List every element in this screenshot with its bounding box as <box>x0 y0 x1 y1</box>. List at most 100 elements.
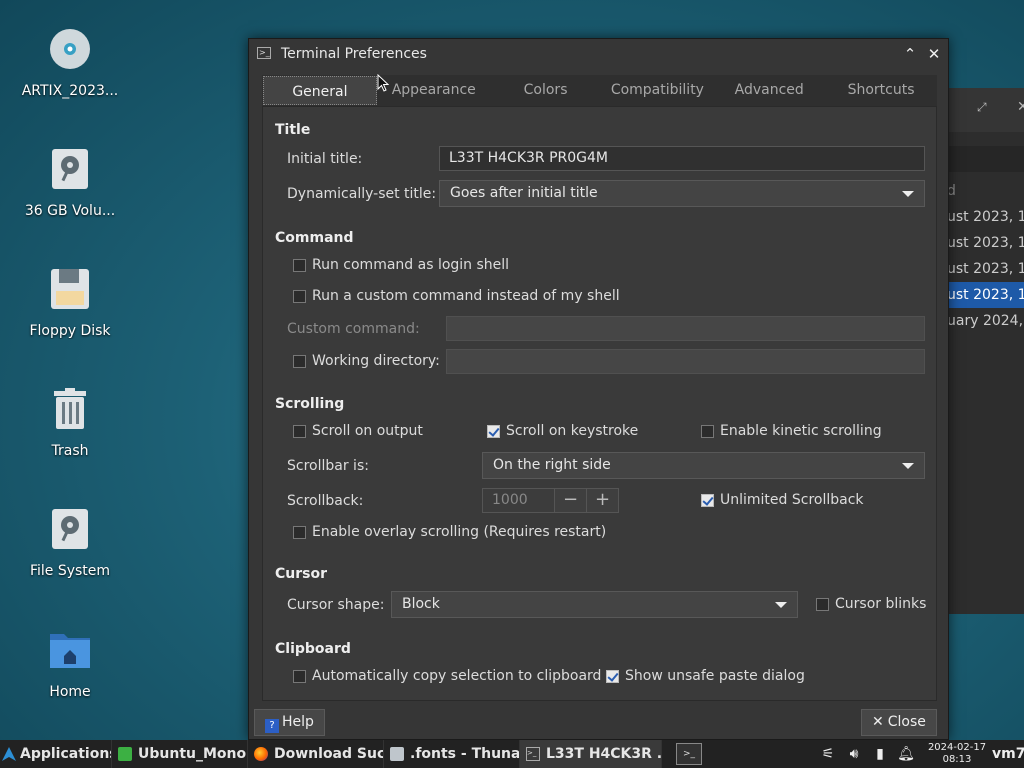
taskbar-item-terminal[interactable]: >_ L33T H4CK3R ... <box>520 740 662 768</box>
checkbox-box[interactable] <box>816 597 829 611</box>
harddisk-icon <box>52 509 88 549</box>
cursor-blinks-checkbox[interactable]: Cursor blinks <box>816 596 926 612</box>
overlay-scrolling-checkbox[interactable]: Enable overlay scrolling (Requires resta… <box>293 524 606 540</box>
working-directory-checkbox[interactable]: Working directory: <box>293 353 440 369</box>
general-panel: Title Initial title: L33T H4CK3R PR0G4M … <box>262 106 937 701</box>
tab-compatibility[interactable]: Compatibility <box>601 75 713 106</box>
checkbox-box[interactable] <box>293 289 306 303</box>
scrollback-input[interactable]: 1000 <box>482 488 555 513</box>
initial-title-input[interactable]: L33T H4CK3R PR0G4M <box>439 146 925 171</box>
background-titlebar[interactable]: ⤢ ✕ <box>941 88 1024 132</box>
maximize-chevron-icon[interactable]: ⌃ <box>900 39 920 69</box>
custom-command-input[interactable] <box>446 316 925 341</box>
drive-icon <box>52 149 88 189</box>
initial-title-label: Initial title: <box>287 151 363 167</box>
tab-general[interactable]: General <box>263 76 377 105</box>
tab-bar: General Appearance Colors Compatibility … <box>262 75 937 106</box>
desktop-icon-trash[interactable]: Trash <box>0 387 140 459</box>
tab-appearance[interactable]: Appearance <box>378 75 490 106</box>
terminal-icon: >_ <box>257 47 271 59</box>
scrollbar-value: On the right side <box>493 457 611 473</box>
cursor-blinks-label: Cursor blinks <box>835 596 927 612</box>
list-item[interactable]: ust 2023, 13 <box>941 256 1024 282</box>
help-label: Help <box>282 714 314 730</box>
dropdown-arrow-icon <box>775 602 787 608</box>
checkbox-box[interactable] <box>293 424 306 438</box>
desktop-icon-volume[interactable]: 36 GB Volu... <box>0 147 140 219</box>
unlimited-scrollback-checkbox[interactable]: Unlimited Scrollback <box>701 492 864 508</box>
checkbox-box-checked[interactable] <box>701 493 714 507</box>
dropdown-arrow-icon <box>902 191 914 197</box>
taskbar-item-label: Download Suc... <box>274 746 384 762</box>
checkbox-box[interactable] <box>701 424 714 438</box>
column-header[interactable]: d <box>941 178 1024 204</box>
working-directory-input[interactable] <box>446 349 925 374</box>
dynamic-title-dropdown[interactable]: Goes after initial title <box>439 180 925 207</box>
checkbox-box[interactable] <box>293 258 306 272</box>
section-command-heading: Command <box>275 230 354 246</box>
taskbar-item-thunar[interactable]: .fonts - Thunar <box>384 740 520 768</box>
taskbar-item-download[interactable]: Download Suc... <box>248 740 384 768</box>
tab-shortcuts[interactable]: Shortcuts <box>825 75 937 106</box>
scroll-on-keystroke-checkbox[interactable]: Scroll on keystroke <box>487 423 638 439</box>
battery-icon[interactable]: ▮ <box>870 740 890 768</box>
autocopy-checkbox[interactable]: Automatically copy selection to clipboar… <box>293 668 601 684</box>
desktop-icon-label: ARTIX_2023... <box>21 83 119 99</box>
close-label: Close <box>887 714 926 730</box>
clock[interactable]: 2024-02-17 08:13 <box>926 742 988 766</box>
desktop-icon-label: 36 GB Volu... <box>24 203 116 219</box>
unsafe-paste-checkbox[interactable]: Show unsafe paste dialog <box>606 668 805 684</box>
desktop-icon-filesystem[interactable]: File System <box>0 507 140 579</box>
desktop-icon-floppy[interactable]: Floppy Disk <box>0 267 140 339</box>
background-window[interactable]: ⤢ ✕ d ust 2023, 13 ust 2023, 13 ust 2023… <box>940 88 1024 614</box>
login-shell-checkbox[interactable]: Run command as login shell <box>293 257 509 273</box>
close-icon: ✕ <box>872 714 884 730</box>
close-button[interactable]: ✕ Close <box>861 709 937 736</box>
kinetic-scrolling-checkbox[interactable]: Enable kinetic scrolling <box>701 423 882 439</box>
notification-bell-icon[interactable]: 🔔︎ <box>896 740 916 768</box>
dialog-titlebar[interactable]: >_ Terminal Preferences ⌃ ✕ <box>249 39 948 69</box>
scrollbar-label: Scrollbar is: <box>287 458 369 474</box>
desktop-icon-home[interactable]: Home <box>0 628 140 700</box>
list-item[interactable]: uary 2024, 0 <box>941 308 1024 334</box>
minus-icon[interactable]: − <box>555 488 587 513</box>
checkbox-box-checked[interactable] <box>606 669 619 683</box>
trash-icon <box>54 388 86 429</box>
list-item[interactable]: ust 2023, 13 <box>941 204 1024 230</box>
tab-colors[interactable]: Colors <box>490 75 602 106</box>
taskbar: Applications Ubuntu_Mono.... Download Su… <box>0 740 1024 768</box>
checkbox-box[interactable] <box>293 669 306 683</box>
custom-command-check-label: Run a custom command instead of my shell <box>312 288 620 304</box>
close-icon[interactable]: ✕ <box>1017 99 1024 115</box>
scrollbar-dropdown[interactable]: On the right side <box>482 452 925 479</box>
taskbar-item-label: Ubuntu_Mono.... <box>138 746 247 762</box>
cursor-shape-dropdown[interactable]: Block <box>391 591 798 618</box>
list-item-selected[interactable]: ust 2023, 13 <box>941 282 1024 308</box>
overlay-scrolling-label: Enable overlay scrolling (Requires resta… <box>312 524 607 540</box>
terminal-icon: >_ <box>526 747 540 761</box>
section-clipboard-heading: Clipboard <box>275 641 351 657</box>
checkbox-box[interactable] <box>293 354 306 368</box>
applications-menu[interactable]: Applications <box>0 740 112 768</box>
workspace-switcher[interactable]: >_ <box>676 743 702 765</box>
help-button[interactable]: ? Help <box>254 709 325 736</box>
section-scrolling-heading: Scrolling <box>275 396 345 412</box>
network-icon[interactable]: ⚟ <box>818 740 838 768</box>
taskbar-item-ubuntu-mono[interactable]: Ubuntu_Mono.... <box>112 740 248 768</box>
custom-command-checkbox[interactable]: Run a custom command instead of my shell <box>293 288 620 304</box>
scroll-on-output-checkbox[interactable]: Scroll on output <box>293 423 423 439</box>
unsafe-paste-label: Show unsafe paste dialog <box>625 668 805 684</box>
checkbox-box-checked[interactable] <box>487 424 500 438</box>
mouse-pointer-icon <box>377 74 389 92</box>
desktop-icon-artix[interactable]: ARTIX_2023... <box>0 27 140 99</box>
plus-icon[interactable]: + <box>587 488 619 513</box>
close-icon[interactable]: ✕ <box>924 39 944 69</box>
scrollback-stepper[interactable]: 1000 − + <box>482 488 619 513</box>
maximize-icon[interactable]: ⤢ <box>977 100 987 115</box>
checkbox-box[interactable] <box>293 525 306 539</box>
username-label[interactable]: vm7 <box>992 740 1024 768</box>
volume-icon[interactable]: 🔊︎ <box>844 740 864 768</box>
desktop-icon-label: Trash <box>51 443 89 459</box>
tab-advanced[interactable]: Advanced <box>713 75 825 106</box>
list-item[interactable]: ust 2023, 13 <box>941 230 1024 256</box>
